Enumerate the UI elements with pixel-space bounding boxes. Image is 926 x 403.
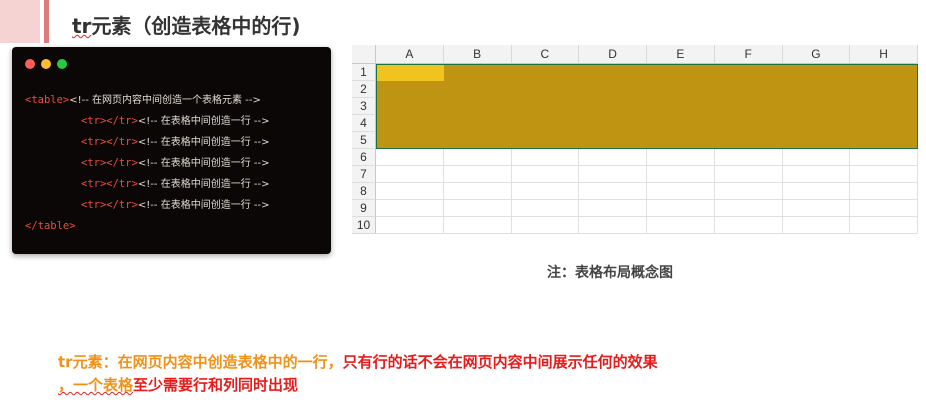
window-minimize-dot [41,59,51,69]
header-accent-block [0,0,40,43]
grid-line-horizontal [376,199,918,200]
note-line-2-orange: ，一个表格 [58,376,134,394]
code-comment: <!-- 在表格中间创造一行 --> [137,200,270,211]
select-all-corner[interactable] [352,45,376,64]
note-line-1-orange: tr元素：在网页内容中创造表格中的一行， [58,353,343,371]
note-line-1-red: 只有行的话不会在网页内容中间展示任何的效果 [342,353,658,371]
code-line: <table><!-- 在网页内容中间创造一个表格元素 --> [25,93,261,108]
spreadsheet-grid: A B C D E F G H 1 2 3 4 5 6 7 8 9 10 [352,45,918,237]
code-line: <tr></tr><!-- 在表格中间创造一行 --> [81,135,269,150]
code-tag: <tr></tr> [81,136,138,148]
row-header-7[interactable]: 7 [352,166,376,183]
figure-caption: 注：表格布局概念图 [547,265,673,281]
header-accent-line [44,0,49,43]
code-tag: <tr></tr> [81,115,138,127]
grid-line-horizontal [376,182,918,183]
code-line: <tr></tr><!-- 在表格中间创造一行 --> [81,198,269,213]
window-maximize-dot [57,59,67,69]
column-header-f[interactable]: F [714,45,783,64]
column-header-d[interactable]: D [579,45,647,64]
column-header-c[interactable]: C [511,45,580,64]
grid-line-horizontal [376,233,918,234]
note-line-2: ，一个表格至少需要行和列同时出现 [58,374,298,396]
code-tag: <tr></tr> [81,178,138,190]
code-comment: <!-- 在网页内容中间创造一个表格元素 --> [69,95,261,106]
code-line: <tr></tr><!-- 在表格中间创造一行 --> [81,156,269,171]
grid-line-horizontal [376,165,918,166]
code-line: <tr></tr><!-- 在表格中间创造一行 --> [81,114,269,129]
column-header-e[interactable]: E [647,45,715,64]
row-header-8[interactable]: 8 [352,183,376,200]
column-header-h[interactable]: H [850,45,918,64]
code-comment: <!-- 在表格中间创造一行 --> [137,137,270,148]
row-header-6[interactable]: 6 [352,149,376,166]
row-header-2[interactable]: 2 [352,81,376,98]
window-close-dot [25,59,35,69]
grid-line-horizontal [376,216,918,217]
row-header-10[interactable]: 10 [352,217,376,234]
note-line-2-red: 至少需要行和列同时出现 [133,376,299,394]
code-comment: <!-- 在表格中间创造一行 --> [137,116,270,127]
code-comment: <!-- 在表格中间创造一行 --> [137,158,270,169]
page-title-tr: tr [72,14,92,38]
selected-rows-range[interactable] [376,64,918,149]
row-header-3[interactable]: 3 [352,98,376,115]
code-window: <table><!-- 在网页内容中间创造一个表格元素 --> <tr></tr… [12,47,331,254]
code-line: <tr></tr><!-- 在表格中间创造一行 --> [81,177,269,192]
row-header-9[interactable]: 9 [352,200,376,217]
note-line-1: tr元素：在网页内容中创造表格中的一行，只有行的话不会在网页内容中间展示任何的效… [58,351,658,373]
row-header-4[interactable]: 4 [352,115,376,132]
column-header-b[interactable]: B [443,45,512,64]
code-tag: <table> [25,94,70,106]
code-line: </table> [25,219,76,233]
page-title-rest: 元素（创造表格中的行) [91,14,301,38]
column-header-g[interactable]: G [782,45,851,64]
code-tag: <tr></tr> [81,199,138,211]
row-header-1[interactable]: 1 [352,64,376,81]
page-title: tr元素（创造表格中的行) [72,10,301,39]
column-header-a[interactable]: A [376,45,444,64]
code-comment: <!-- 在表格中间创造一行 --> [137,179,270,190]
row-header-5[interactable]: 5 [352,132,376,149]
code-tag: </table> [25,220,76,232]
active-cell[interactable] [377,65,444,81]
code-tag: <tr></tr> [81,157,138,169]
